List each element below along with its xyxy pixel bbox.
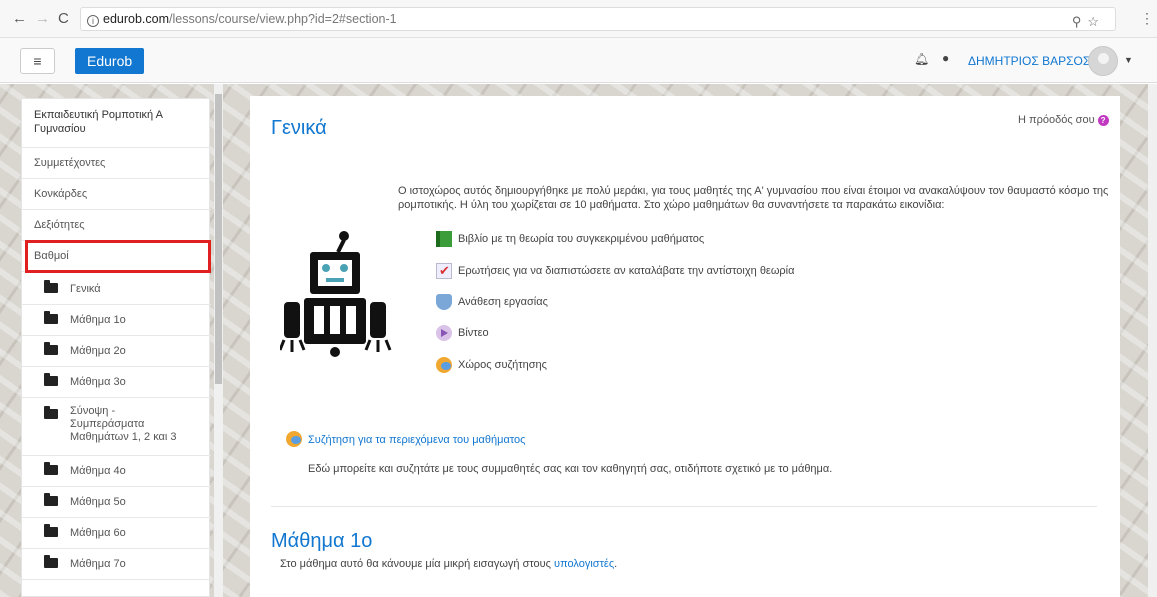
progress-label-text: Η πρόοδός σου bbox=[1018, 114, 1095, 126]
icon-legend-row: Ερωτήσεις για να διαπιστώσετε αν καταλάβ… bbox=[436, 260, 794, 282]
progress-label: Η πρόοδός σου? bbox=[1018, 114, 1109, 126]
folder-icon bbox=[44, 524, 58, 537]
sidebar-section-item[interactable]: Μάθημα 7ο bbox=[22, 549, 211, 580]
user-menu-name[interactable]: ΔΗΜΗΤΡΙΟΣ ΒΑΡΣΟΣ bbox=[968, 54, 1090, 68]
forward-arrow-icon[interactable]: → bbox=[35, 10, 50, 27]
icon-legend-text: Βιβλίο με τη θεωρία του συγκεκριμένου μα… bbox=[458, 233, 705, 245]
browser-menu-icon[interactable]: ⋮ bbox=[1140, 10, 1154, 27]
sidebar-section-label: Μάθημα 6ο bbox=[70, 527, 126, 539]
sidebar-section-label: Μάθημα 7ο bbox=[70, 558, 126, 570]
section-title-lesson-1[interactable]: Μάθημα 1ο bbox=[271, 530, 372, 553]
sidebar-scrollbar[interactable] bbox=[214, 84, 223, 597]
folder-icon bbox=[44, 555, 58, 568]
forum-icon bbox=[286, 430, 302, 447]
sidebar-section-label: Μάθημα 2ο bbox=[70, 345, 126, 357]
sidebar-section-item[interactable]: Μάθημα 4ο bbox=[22, 456, 211, 487]
sidebar-section-item[interactable]: Μάθημα 5ο bbox=[22, 487, 211, 518]
sidebar-section-label: Μάθημα 5ο bbox=[70, 496, 126, 508]
sidebar-item-participants[interactable]: Συμμετέχοντες bbox=[22, 148, 211, 179]
icon-legend-text: Ανάθεση εργασίας bbox=[458, 296, 548, 308]
sidebar-section-item[interactable]: Γενικά bbox=[22, 274, 211, 305]
hamburger-menu-button[interactable]: ≡ bbox=[20, 48, 55, 74]
quiz-icon bbox=[436, 260, 452, 282]
forum-activity[interactable]: Συζήτηση για τα περιεχόμενα του μαθήματο… bbox=[286, 430, 525, 448]
sidebar-section-item[interactable]: Μάθημα 6ο bbox=[22, 518, 211, 549]
icon-legend-row: Βίντεο bbox=[436, 322, 489, 344]
grades-highlight-box bbox=[25, 240, 211, 273]
forum-icon bbox=[436, 357, 452, 374]
sidebar-item-competencies[interactable]: Δεξιότητες bbox=[22, 210, 211, 241]
reload-icon[interactable]: C bbox=[58, 10, 69, 27]
zoom-icon[interactable]: ⚲ bbox=[1072, 14, 1088, 29]
caret-down-icon[interactable]: ▼ bbox=[1124, 55, 1133, 65]
help-icon[interactable]: ? bbox=[1097, 115, 1109, 126]
folder-icon bbox=[44, 462, 58, 475]
icon-legend-row: Βιβλίο με τη θεωρία του συγκεκριμένου μα… bbox=[436, 228, 704, 250]
icon-legend-text: Βίντεο bbox=[458, 327, 489, 339]
course-sidebar: Εκπαιδευτική Ρομποτική Α Γυμνασίου Συμμε… bbox=[21, 98, 211, 597]
sidebar-section-label: Μάθημα 4ο bbox=[70, 465, 126, 477]
sidebar-section-label: Σύνοψη - Συμπεράσματα Μαθημάτων 1, 2 και… bbox=[70, 405, 177, 443]
icon-legend-text: Ερωτήσεις για να διαπιστώσετε αν καταλάβ… bbox=[458, 265, 795, 277]
avatar[interactable] bbox=[1088, 46, 1118, 76]
sidebar-item-badges[interactable]: Κονκάρδες bbox=[22, 179, 211, 210]
computers-link[interactable]: υπολογιστές bbox=[554, 558, 614, 570]
address-bar[interactable]: i edurob.com/lessons/course/view.php?id=2… bbox=[80, 7, 1116, 31]
sidebar-section-item[interactable]: Μάθημα 1ο bbox=[22, 305, 211, 336]
sidebar-course-title[interactable]: Εκπαιδευτική Ρομποτική Α Γυμνασίου bbox=[22, 99, 211, 148]
url-host: edurob.com bbox=[103, 12, 170, 26]
video-icon bbox=[436, 325, 452, 342]
icon-legend-row: Χώρος συζήτησης bbox=[436, 354, 547, 376]
icon-legend-text: Χώρος συζήτησης bbox=[458, 359, 547, 371]
folder-icon bbox=[44, 406, 58, 419]
book-icon bbox=[436, 231, 452, 248]
sidebar-section-label: Μάθημα 3ο bbox=[70, 376, 126, 388]
notifications-bell-icon[interactable]: 🔔︎ bbox=[914, 52, 929, 66]
site-brand[interactable]: Edurob bbox=[75, 48, 145, 74]
messages-icon[interactable]: ● bbox=[942, 51, 949, 65]
course-content: Γενικά Η πρόοδός σου? Ο ιστοχώρος αυτός … bbox=[250, 96, 1120, 597]
bookmark-star-icon[interactable]: ☆ bbox=[1087, 14, 1105, 29]
sidebar-section-item[interactable]: Μάθημα 3ο bbox=[22, 367, 211, 398]
site-navbar: ≡ Edurob 🔔︎ ● ΔΗΜΗΤΡΙΟΣ ΒΑΡΣΟΣ ▼ bbox=[0, 38, 1157, 83]
back-arrow-icon[interactable]: ← bbox=[12, 10, 27, 27]
forum-description: Εδώ μπορείτε και συζητάτε με τους συμμαθ… bbox=[308, 463, 833, 475]
folder-icon bbox=[44, 311, 58, 324]
folder-icon bbox=[44, 280, 58, 293]
browser-toolbar: ← → C i edurob.com/lessons/course/view.ph… bbox=[0, 0, 1157, 38]
section-description-end: . bbox=[614, 558, 618, 570]
sidebar-section-label: Γενικά bbox=[70, 283, 101, 295]
assignment-icon bbox=[436, 294, 452, 311]
folder-icon bbox=[44, 373, 58, 386]
section-title[interactable]: Γενικά bbox=[271, 117, 327, 140]
section-description-text: Στο μάθημα αυτό θα κάνουμε μία μικρή εισ… bbox=[280, 558, 555, 570]
icon-legend-row: Ανάθεση εργασίας bbox=[436, 291, 548, 313]
sidebar-section-label: Μάθημα 1ο bbox=[70, 314, 126, 326]
intro-text: Ο ιστοχώρος αυτός δημιουργήθηκε με πολύ … bbox=[398, 185, 1109, 211]
info-icon[interactable]: i bbox=[87, 15, 99, 27]
url-path: /lessons/course/view.php?id=2#section-1 bbox=[169, 12, 397, 26]
section-description: Στο μάθημα αυτό θα κάνουμε μία μικρή εισ… bbox=[280, 558, 617, 570]
folder-icon bbox=[44, 342, 58, 355]
forum-activity-link[interactable]: Συζήτηση για τα περιεχόμενα του μαθήματο… bbox=[308, 434, 525, 446]
sidebar-scrollbar-thumb[interactable] bbox=[215, 94, 222, 384]
folder-icon bbox=[44, 493, 58, 506]
sidebar-section-item[interactable]: Σύνοψη - Συμπεράσματα Μαθημάτων 1, 2 και… bbox=[22, 398, 211, 456]
page-scrollbar[interactable] bbox=[1148, 84, 1157, 597]
section-divider bbox=[271, 506, 1097, 507]
sidebar-section-item[interactable]: Μάθημα 2ο bbox=[22, 336, 211, 367]
robot-image bbox=[280, 231, 392, 357]
